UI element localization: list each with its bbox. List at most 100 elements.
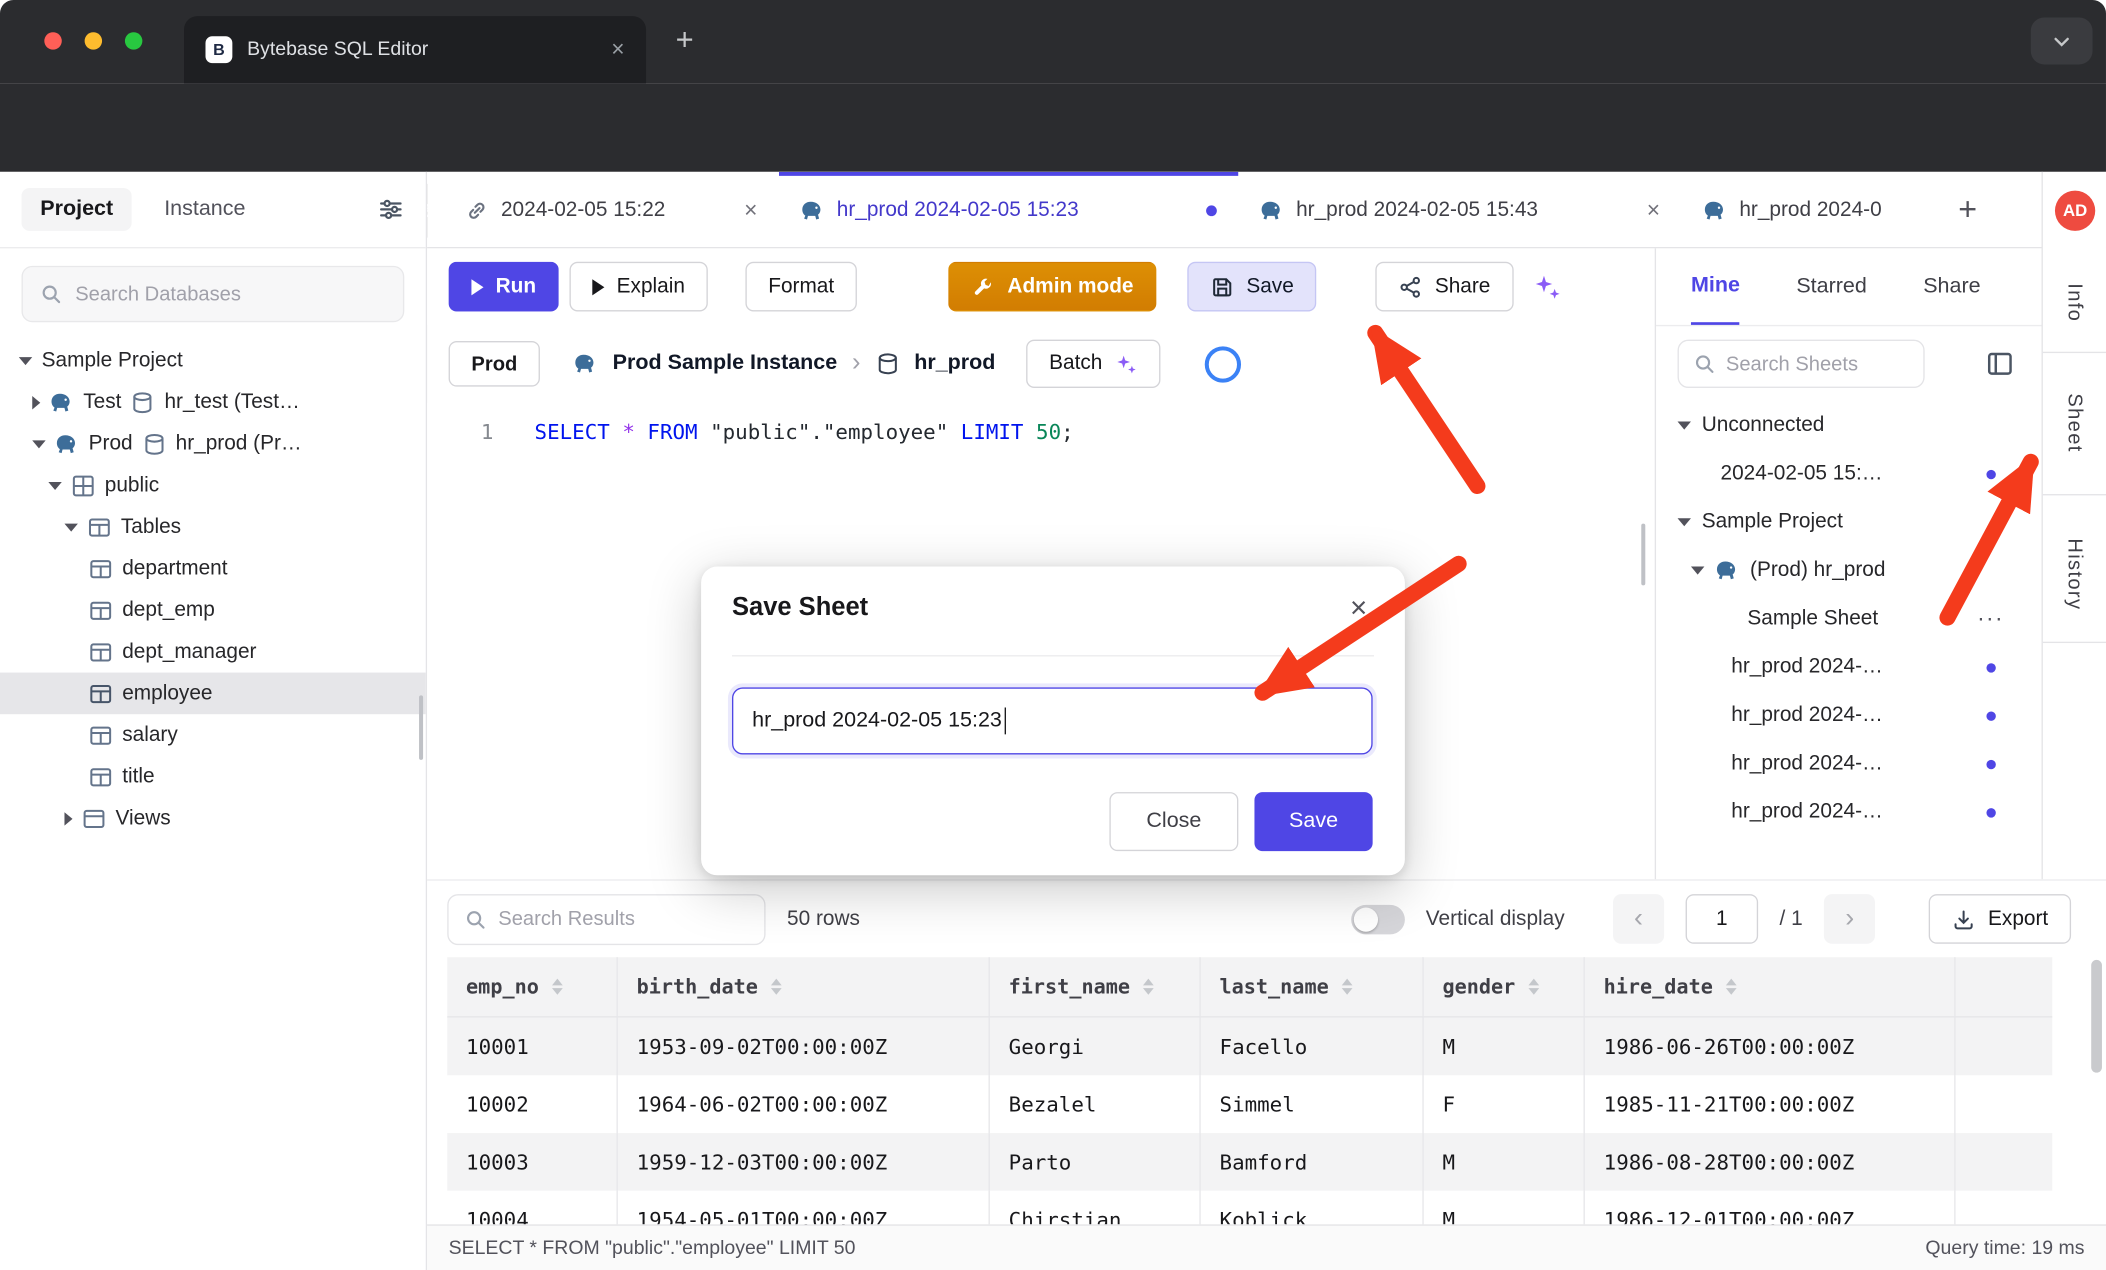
tree-item-instance-test[interactable]: Test hr_test (Test… xyxy=(0,381,426,423)
tab-instance[interactable]: Instance xyxy=(164,197,245,221)
sheet-search-input[interactable] xyxy=(1726,352,1910,375)
close-dialog-icon[interactable]: × xyxy=(1350,591,1367,626)
sheet-item[interactable]: hr_prod 2024-… xyxy=(1656,691,2041,739)
tree-item-table-employee[interactable]: employee xyxy=(0,673,426,715)
divider xyxy=(2043,352,2106,353)
sheet-item[interactable]: hr_prod 2024-… xyxy=(1656,788,2041,836)
column-header-birth_date[interactable]: birth_date xyxy=(618,957,990,1016)
unsaved-dot-icon xyxy=(1986,469,1995,478)
results-search-box[interactable] xyxy=(447,893,765,944)
admin-mode-button[interactable]: Admin mode xyxy=(948,262,1156,312)
explain-button[interactable]: Explain xyxy=(570,262,708,312)
tab-list-chevron-button[interactable] xyxy=(2031,17,2093,64)
minimize-window-button[interactable] xyxy=(85,32,102,49)
close-window-button[interactable] xyxy=(44,32,61,49)
database-search-input[interactable] xyxy=(75,283,387,306)
strip-tab-info[interactable]: Info xyxy=(2043,252,2106,354)
share-button[interactable]: Share xyxy=(1376,262,1513,312)
cell: M xyxy=(1424,1133,1585,1191)
new-sheet-tab-button[interactable]: + xyxy=(1958,191,1977,229)
tab-close-icon[interactable]: × xyxy=(611,36,624,63)
panel-resize-handle[interactable] xyxy=(1641,524,1645,586)
editor-tab-3[interactable]: hr_prod 2024-02-05 15:43 × xyxy=(1238,172,1681,249)
sheet-item[interactable]: 2024-02-05 15:… xyxy=(1656,450,2041,498)
tree-item-table-department[interactable]: department xyxy=(0,548,426,590)
column-header-hire_date[interactable]: hire_date xyxy=(1585,957,1956,1016)
page-number-input[interactable] xyxy=(1686,894,1759,944)
table-scrollbar[interactable] xyxy=(2091,960,2102,1223)
dialog-save-button[interactable]: Save xyxy=(1254,792,1372,851)
database-name[interactable]: hr_prod xyxy=(914,352,995,376)
tree-item-table-salary[interactable]: salary xyxy=(0,714,426,756)
new-tab-button[interactable]: + xyxy=(676,21,694,57)
ai-sparkle-button[interactable] xyxy=(1524,262,1570,312)
sheet-item-sample-sheet[interactable]: Sample Sheet ··· xyxy=(1656,595,2041,643)
sheet-group-unconnected[interactable]: Unconnected xyxy=(1656,401,2041,449)
tree-item-table-dept_emp[interactable]: dept_emp xyxy=(0,589,426,631)
instance-name[interactable]: Prod Sample Instance xyxy=(613,352,838,376)
tree-item-schema-public[interactable]: public xyxy=(0,465,426,507)
table-row[interactable]: 10004 1954-05-01T00:00:00Z Chirstian Kob… xyxy=(447,1191,2052,1225)
column-header-emp_no[interactable]: emp_no xyxy=(447,957,618,1016)
sheet-group-sample-project[interactable]: Sample Project xyxy=(1656,498,2041,546)
close-tab-icon[interactable]: × xyxy=(1647,197,1660,224)
results-toolbar: 50 rows Vertical display ‹ / 1 › Export xyxy=(427,881,2106,958)
tab-project[interactable]: Project xyxy=(21,188,131,231)
collapse-panel-icon[interactable] xyxy=(1985,349,2015,379)
sort-icon[interactable] xyxy=(552,979,563,995)
tab-starred[interactable]: Starred xyxy=(1796,248,1866,325)
strip-tab-history[interactable]: History xyxy=(2043,510,2106,639)
sheet-connection[interactable]: (Prod) hr_prod xyxy=(1656,546,2041,594)
sheet-name-input[interactable]: hr_prod 2024-02-05 15:23 xyxy=(732,687,1373,754)
column-header-last_name[interactable]: last_name xyxy=(1201,957,1424,1016)
table-row[interactable]: 10001 1953-09-02T00:00:00Z Georgi Facell… xyxy=(447,1018,2052,1076)
results-search-input[interactable] xyxy=(498,908,749,931)
tree-item-views-group[interactable]: Views xyxy=(0,797,426,839)
tree-item-table-dept_manager[interactable]: dept_manager xyxy=(0,631,426,673)
browser-tab[interactable]: B Bytebase SQL Editor × xyxy=(184,16,646,83)
next-page-button[interactable]: › xyxy=(1824,894,1875,944)
vertical-display-toggle[interactable] xyxy=(1351,904,1405,934)
database-search-box[interactable] xyxy=(21,266,404,322)
column-header-gender[interactable]: gender xyxy=(1424,957,1585,1016)
avatar[interactable]: AD xyxy=(2055,191,2095,231)
more-options-icon[interactable]: ··· xyxy=(1977,605,2004,632)
sort-icon[interactable] xyxy=(1726,979,1737,995)
close-button[interactable]: Close xyxy=(1109,792,1238,851)
filter-sliders-icon[interactable] xyxy=(377,196,404,223)
sort-icon[interactable] xyxy=(1529,979,1540,995)
editor-tab-4[interactable]: hr_prod 2024-0 xyxy=(1682,172,1945,249)
tree-item-tables-group[interactable]: Tables xyxy=(0,506,426,548)
table-label: department xyxy=(122,556,227,580)
tree-item-instance-prod[interactable]: Prod hr_prod (Pr… xyxy=(0,423,426,465)
tree-item-sample-project[interactable]: Sample Project xyxy=(0,340,426,382)
sort-icon[interactable] xyxy=(771,979,782,995)
prev-page-button[interactable]: ‹ xyxy=(1613,894,1664,944)
sheet-search-box[interactable] xyxy=(1678,340,1925,388)
column-header-first_name[interactable]: first_name xyxy=(990,957,1201,1016)
maximize-window-button[interactable] xyxy=(125,32,142,49)
format-button[interactable]: Format xyxy=(745,262,857,312)
sort-icon[interactable] xyxy=(1342,979,1353,995)
strip-tab-sheet[interactable]: Sheet xyxy=(2043,371,2106,476)
run-button[interactable]: Run xyxy=(449,262,559,312)
editor-tab-label: hr_prod 2024-0 xyxy=(1739,198,1881,222)
tab-shared[interactable]: Share xyxy=(1923,248,1980,325)
sort-icon[interactable] xyxy=(1143,979,1154,995)
batch-button[interactable]: Batch xyxy=(1026,340,1160,388)
database-label: hr_prod (Pr… xyxy=(176,432,302,456)
sheet-item[interactable]: hr_prod 2024-… xyxy=(1656,643,2041,691)
tree-item-table-title[interactable]: title xyxy=(0,756,426,798)
table-row[interactable]: 10003 1959-12-03T00:00:00Z Parto Bamford… xyxy=(447,1133,2052,1191)
export-button[interactable]: Export xyxy=(1929,894,2071,944)
table-row[interactable]: 10002 1964-06-02T00:00:00Z Bezalel Simme… xyxy=(447,1075,2052,1133)
editor-tab-1[interactable]: 2024-02-05 15:22 × xyxy=(443,172,779,249)
sidebar-resize-handle[interactable] xyxy=(419,695,423,759)
save-button[interactable]: Save xyxy=(1187,262,1316,312)
sheet-item[interactable]: hr_prod 2024-… xyxy=(1656,740,2041,788)
tab-mine[interactable]: Mine xyxy=(1691,248,1740,325)
cell: Chirstian xyxy=(990,1191,1201,1225)
close-tab-icon[interactable]: × xyxy=(744,197,757,224)
editor-tab-2-active[interactable]: hr_prod 2024-02-05 15:23 xyxy=(779,172,1238,249)
environment-chip[interactable]: Prod xyxy=(449,341,541,387)
